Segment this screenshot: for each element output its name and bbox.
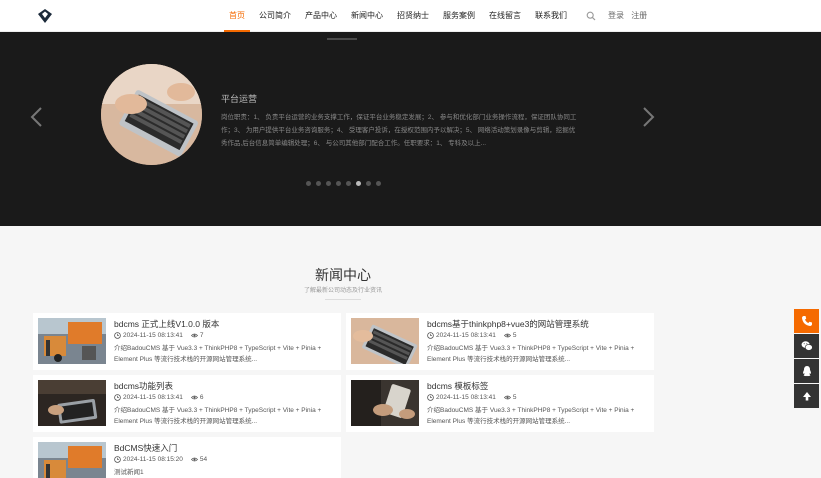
news-thumbnail[interactable] bbox=[38, 380, 106, 426]
eye-icon bbox=[503, 333, 511, 338]
news-card[interactable]: bdcms基于thinkphp8+vue3的网站管理系统 2024-11-15 … bbox=[346, 313, 654, 370]
news-thumbnail[interactable] bbox=[351, 318, 419, 364]
news-views: 5 bbox=[503, 332, 517, 339]
news-excerpt: 介绍BadouCMS 基于 Vue3.3 + ThinkPHP8 + TypeS… bbox=[114, 407, 322, 425]
back-to-top-button[interactable] bbox=[794, 384, 819, 408]
news-view-count: 5 bbox=[512, 332, 517, 339]
news-title[interactable]: bdcms功能列表 bbox=[114, 380, 173, 392]
slide-description: 岗位职责：1、 负责平台运营的业务支撑工作，保证平台业务稳定发展；2、 参与和优… bbox=[221, 114, 577, 147]
carousel-dot-active[interactable] bbox=[356, 181, 361, 186]
register-link[interactable]: 注册 bbox=[631, 11, 647, 20]
news-excerpt: 测试新闻1 bbox=[114, 469, 144, 476]
news-meta: 2024-11-15 08:13:41 5 bbox=[427, 332, 517, 339]
nav-company-intro[interactable]: 公司简介 bbox=[252, 0, 298, 32]
section-title: 新闻中心 bbox=[315, 267, 371, 283]
news-meta: 2024-11-15 08:13:41 5 bbox=[427, 394, 517, 401]
auth-links: 登录 注册 bbox=[608, 0, 652, 32]
nav-contact[interactable]: 联系我们 bbox=[528, 0, 574, 32]
news-excerpt: 介绍BadouCMS 基于 Vue3.3 + ThinkPHP8 + TypeS… bbox=[114, 345, 322, 363]
eye-icon bbox=[190, 395, 198, 400]
hero-carousel: 平台运营 岗位职责：1、 负责平台运营的业务支撑工作，保证平台业务稳定发展；2、… bbox=[0, 32, 821, 226]
main-nav: 首页 公司简介 产品中心 新闻中心 招贤纳士 服务案例 在线留言 联系我们 bbox=[222, 0, 574, 32]
nav-products[interactable]: 产品中心 bbox=[298, 0, 344, 32]
news-view-count: 54 bbox=[199, 456, 208, 463]
phone-button[interactable] bbox=[794, 309, 819, 333]
carousel-dot[interactable] bbox=[376, 181, 381, 186]
carousel-dot[interactable] bbox=[366, 181, 371, 186]
news-title[interactable]: bdcms 正式上线V1.0.0 版本 bbox=[114, 318, 219, 330]
carousel-indicator-line bbox=[327, 38, 357, 40]
carousel-dot[interactable] bbox=[316, 181, 321, 186]
news-thumbnail[interactable] bbox=[38, 442, 106, 478]
site-header: 首页 公司简介 产品中心 新闻中心 招贤纳士 服务案例 在线留言 联系我们 登录… bbox=[0, 0, 821, 32]
carousel-dot[interactable] bbox=[336, 181, 341, 186]
nav-home[interactable]: 首页 bbox=[222, 0, 252, 32]
news-excerpt: 介绍BadouCMS 基于 Vue3.3 + ThinkPHP8 + TypeS… bbox=[427, 407, 635, 425]
nav-news[interactable]: 新闻中心 bbox=[344, 0, 390, 32]
eye-icon bbox=[503, 395, 511, 400]
clock-icon bbox=[427, 394, 434, 401]
news-thumbnail[interactable] bbox=[38, 318, 106, 364]
news-date: 2024-11-15 08:15:20 bbox=[123, 456, 183, 463]
eye-icon bbox=[190, 457, 198, 462]
diamond-logo-icon[interactable] bbox=[37, 8, 53, 24]
nav-cases[interactable]: 服务案例 bbox=[436, 0, 482, 32]
news-title[interactable]: bdcms基于thinkphp8+vue3的网站管理系统 bbox=[427, 318, 589, 330]
news-date: 2024-11-15 08:13:41 bbox=[436, 332, 496, 339]
news-title[interactable]: bdcms 模板标签 bbox=[427, 380, 488, 392]
news-view-count: 6 bbox=[199, 394, 204, 401]
news-meta: 2024-11-15 08:13:41 6 bbox=[114, 394, 204, 401]
wechat-icon bbox=[801, 341, 813, 351]
news-card[interactable]: bdcms 正式上线V1.0.0 版本 2024-11-15 08:13:41 … bbox=[33, 313, 341, 370]
clock-icon bbox=[427, 332, 434, 339]
qq-icon bbox=[802, 366, 811, 377]
news-card[interactable]: bdcms功能列表 2024-11-15 08:13:41 6 介绍BadouC… bbox=[33, 375, 341, 432]
carousel-dot[interactable] bbox=[306, 181, 311, 186]
login-link[interactable]: 登录 bbox=[608, 11, 624, 20]
divider bbox=[325, 299, 361, 300]
clock-icon bbox=[114, 332, 121, 339]
chevron-right-icon[interactable] bbox=[640, 106, 656, 128]
qq-button[interactable] bbox=[794, 359, 819, 383]
news-excerpt: 介绍BadouCMS 基于 Vue3.3 + ThinkPHP8 + TypeS… bbox=[427, 345, 635, 363]
wechat-button[interactable] bbox=[794, 334, 819, 358]
news-thumbnail[interactable] bbox=[351, 380, 419, 426]
phone-icon bbox=[801, 316, 812, 326]
news-card[interactable]: BdCMS快速入门 2024-11-15 08:15:20 54 测试新闻1 bbox=[33, 437, 341, 478]
eye-icon bbox=[190, 333, 198, 338]
back-to-top-icon bbox=[802, 392, 811, 401]
news-views: 54 bbox=[190, 456, 208, 463]
news-card[interactable]: bdcms 模板标签 2024-11-15 08:13:41 5 介绍Badou… bbox=[346, 375, 654, 432]
news-view-count: 5 bbox=[512, 394, 517, 401]
carousel-dot[interactable] bbox=[326, 181, 331, 186]
nav-careers[interactable]: 招贤纳士 bbox=[390, 0, 436, 32]
news-meta: 2024-11-15 08:15:20 54 bbox=[114, 456, 207, 463]
chevron-left-icon[interactable] bbox=[29, 106, 45, 128]
search-icon[interactable] bbox=[586, 11, 596, 21]
news-title[interactable]: BdCMS快速入门 bbox=[114, 442, 177, 454]
news-date: 2024-11-15 08:13:41 bbox=[436, 394, 496, 401]
news-date: 2024-11-15 08:13:41 bbox=[123, 332, 183, 339]
carousel-dots bbox=[306, 181, 386, 186]
clock-icon bbox=[114, 456, 121, 463]
section-subtitle: 了解最新公司动态及行业资讯 bbox=[303, 288, 382, 294]
clock-icon bbox=[114, 394, 121, 401]
floating-toolbar bbox=[794, 309, 819, 409]
news-views: 7 bbox=[190, 332, 204, 339]
news-views: 5 bbox=[503, 394, 517, 401]
news-meta: 2024-11-15 08:13:41 7 bbox=[114, 332, 204, 339]
nav-message[interactable]: 在线留言 bbox=[482, 0, 528, 32]
news-date: 2024-11-15 08:13:41 bbox=[123, 394, 183, 401]
slide-title[interactable]: 平台运营 bbox=[221, 92, 257, 105]
news-view-count: 7 bbox=[199, 332, 204, 339]
carousel-dot[interactable] bbox=[346, 181, 351, 186]
news-views: 6 bbox=[190, 394, 204, 401]
slide-image bbox=[101, 64, 202, 165]
